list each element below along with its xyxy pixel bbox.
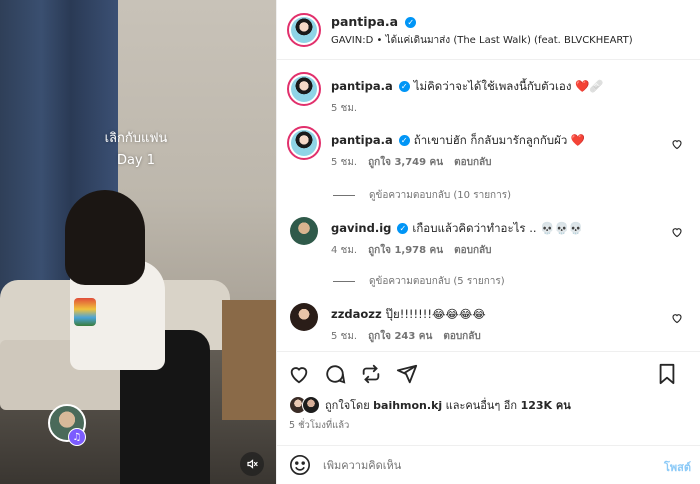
comment-likes[interactable]: ถูกใจ 243 คน [368,329,432,344]
view-replies-button[interactable]: ดูข้อความตอบกลับ (10 รายการ) [333,188,511,203]
emoji-icon[interactable] [289,454,311,476]
avatar[interactable] [287,72,321,106]
verified-icon: ✓ [397,223,409,234]
repost-button[interactable] [359,362,383,386]
likes-summary[interactable]: ถูกใจโดย baihmon.kj และคนอื่นๆ อีก 123K … [289,396,571,414]
music-icon[interactable]: ♫ [68,428,86,446]
side-table [222,300,276,420]
verified-icon: ✓ [405,17,417,28]
comments-list[interactable]: pantipa.a ✓ ไม่คิดว่าจะได้ใช้เพลงนี้กับตัว… [277,60,700,350]
likes-middle: และคนอื่นๆ อีก [445,399,518,412]
reply-button[interactable]: ตอบกลับ [454,155,491,170]
like-button[interactable] [287,362,311,386]
post-media[interactable]: เลิกกับแฟน Day 1 ♫ [0,0,276,484]
comment-button[interactable] [323,362,347,386]
avatar[interactable] [287,214,321,248]
comment-item: gavind.ig ✓ เกือบแล้วคิดว่าทำอะไร .. 💀💀💀 4… [287,214,691,258]
likes-count[interactable]: 123K คน [521,399,571,412]
comment-time: 5 ชม. [331,331,358,342]
avatar[interactable] [287,126,321,160]
caption-line-2: Day 1 [116,153,156,168]
comment-likes[interactable]: ถูกใจ 1,978 คน [368,243,443,258]
post-time: 5 ชั่วโมงที่แล้ว [289,420,350,431]
share-button[interactable] [395,362,419,386]
comment-item: pantipa.a ✓ ถ้าเขาบ่ฮัก ก็กลับมารักลูกกับผ… [287,126,691,170]
view-replies-label: ดูข้อความตอบกลับ (5 รายการ) [369,276,505,287]
post-header: pantipa.a ✓ GAVIN:D • ได้แค่เดินมาส่ง (T… [277,0,700,60]
heart-icon[interactable] [671,312,683,324]
comment-text: เกือบแล้วคิดว่าทำอะไร .. 💀💀💀 [412,221,584,235]
view-replies-label: ดูข้อความตอบกลับ (10 รายการ) [369,190,511,201]
bookmark-icon [659,363,675,385]
comment-time: 5 ชม. [331,157,358,168]
comment-input[interactable] [323,458,623,472]
comment-username[interactable]: pantipa.a [331,133,393,147]
comment-time: 4 ชม. [331,245,358,256]
heart-icon[interactable] [671,226,683,238]
comment-username[interactable]: pantipa.a [331,79,393,93]
action-bar [277,351,700,395]
save-button[interactable] [655,362,679,386]
caption-line-1: เลิกกับแฟน [104,131,168,146]
song-link[interactable]: GAVIN:D • ได้แค่เดินมาส่ง (The Last Walk… [331,33,633,48]
comment-time: 5 ชม. [331,103,358,114]
media-caption: เลิกกับแฟน Day 1 [96,128,176,172]
liker-avatar [302,396,320,414]
comment-composer: โพสต์ [277,445,700,484]
divider [333,281,355,282]
comment-username[interactable]: gavind.ig [331,221,391,235]
likes-prefix: ถูกใจโดย [325,399,370,412]
shirt-print [74,298,96,326]
post-comment-button[interactable]: โพสต์ [664,458,691,476]
person-hair [65,190,145,285]
post-username[interactable]: pantipa.a [331,14,398,29]
mute-button[interactable] [240,452,264,476]
comment-item: zzdaozz ปุ๊ย!!!!!!!😂😂😂😂 5 ชม. ถูกใจ 243 คน… [287,300,691,344]
verified-icon: ✓ [398,135,410,146]
reply-button[interactable]: ตอบกลับ [443,329,480,344]
liker-username[interactable]: baihmon.kj [373,399,442,412]
divider [333,195,355,196]
share-icon [396,364,418,383]
verified-icon: ✓ [398,81,410,92]
avatar[interactable] [287,12,321,47]
comment-likes[interactable]: ถูกใจ 3,749 คน [368,155,443,170]
mute-icon [247,459,258,469]
comment-item: pantipa.a ✓ ไม่คิดว่าจะได้ใช้เพลงนี้กับตัว… [287,72,691,116]
comment-text: ไม่คิดว่าจะได้ใช้เพลงนี้กับตัวเอง ❤️🩹 [413,79,604,93]
heart-icon [290,366,308,383]
heart-icon[interactable] [671,138,683,150]
comment-icon [326,364,346,384]
post-viewer: เลิกกับแฟน Day 1 ♫ pantipa.a ✓ GAVIN:D •… [0,0,700,484]
comment-text: ถ้าเขาบ่ฮัก ก็กลับมารักลูกกับผัว ❤️ [413,133,586,147]
view-replies-button[interactable]: ดูข้อความตอบกลับ (5 รายการ) [333,274,505,289]
comment-username[interactable]: zzdaozz [331,307,382,321]
post-side-panel: pantipa.a ✓ GAVIN:D • ได้แค่เดินมาส่ง (T… [276,0,700,484]
repost-icon [362,364,380,383]
comment-text: ปุ๊ย!!!!!!!😂😂😂😂 [385,307,486,321]
avatar[interactable] [287,300,321,334]
reply-button[interactable]: ตอบกลับ [454,243,491,258]
